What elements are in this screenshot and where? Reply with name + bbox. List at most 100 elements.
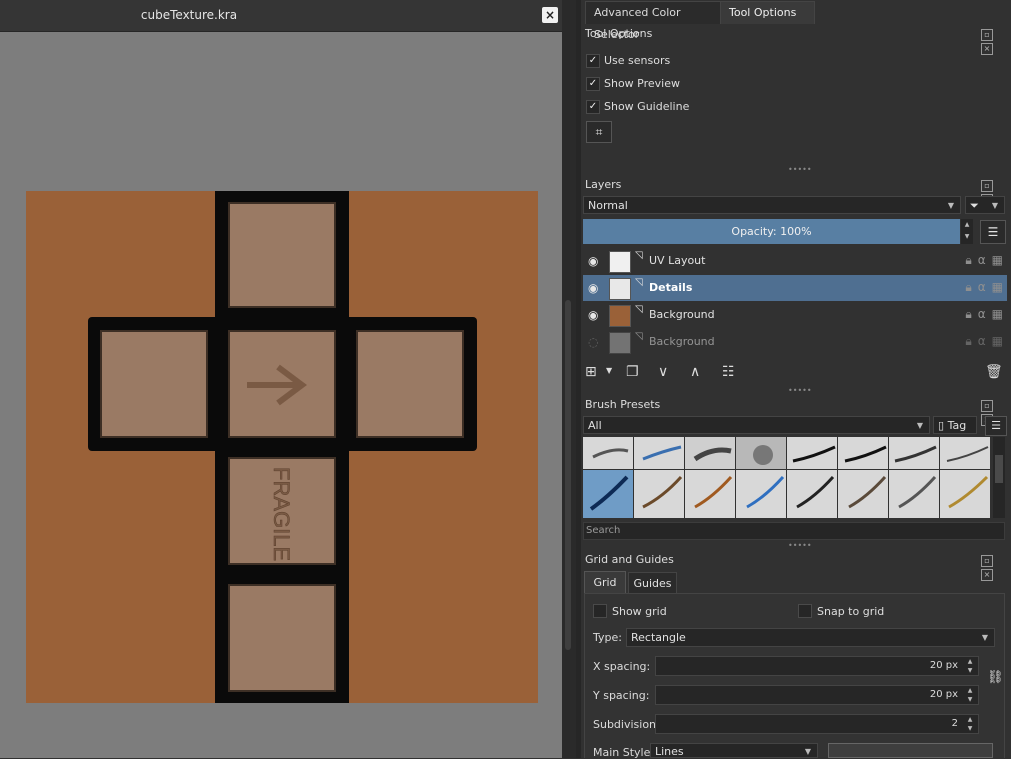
snap-to-grid-label: Snap to grid bbox=[817, 605, 885, 618]
lock-icon[interactable]: 🔒︎ bbox=[965, 253, 971, 267]
close-document-button[interactable]: × bbox=[542, 7, 558, 23]
scrollbar-thumb[interactable] bbox=[565, 300, 571, 650]
delete-layer-icon[interactable]: 🗑︎ bbox=[985, 364, 1003, 380]
cube-texture-artwork[interactable]: FRAGILE bbox=[26, 191, 538, 703]
opacity-spin-arrows[interactable]: ▲ ▼ bbox=[961, 219, 973, 244]
x-spacing-input[interactable]: 20 px ▲ ▼ bbox=[655, 656, 979, 676]
brush-list-scrollbar[interactable] bbox=[993, 437, 1005, 518]
type-label: Type: bbox=[593, 631, 622, 644]
resize-grip[interactable]: ••••• bbox=[788, 386, 812, 395]
alpha-lock-icon[interactable]: α bbox=[978, 334, 986, 348]
show-grid-checkbox[interactable] bbox=[593, 604, 607, 618]
tab-guides[interactable]: Guides bbox=[628, 572, 677, 594]
subdivision-label: Subdivision: bbox=[593, 718, 660, 731]
tab-tool-options[interactable]: Tool Options bbox=[720, 1, 815, 24]
y-spacing-label: Y spacing: bbox=[593, 689, 650, 702]
tag-button[interactable]: ▯ Tag bbox=[933, 416, 977, 434]
spin-arrows[interactable]: ▲ ▼ bbox=[964, 715, 976, 733]
tool-options-title: Tool Options bbox=[585, 27, 653, 40]
show-grid-label: Show grid bbox=[612, 605, 667, 618]
document-title: cubeTexture.kra bbox=[140, 8, 238, 22]
float-icon[interactable]: ▫ bbox=[981, 180, 993, 192]
alpha-lock-icon[interactable]: α bbox=[978, 307, 986, 321]
y-spacing-input[interactable]: 20 px ▲ ▼ bbox=[655, 685, 979, 705]
spin-arrows[interactable]: ▲ ▼ bbox=[964, 657, 976, 675]
layer-thumbnail bbox=[609, 305, 631, 327]
layer-name: UV Layout bbox=[649, 254, 706, 267]
grid-type-select[interactable]: Rectangle ▼ bbox=[626, 628, 995, 647]
layer-item-uv-layout[interactable]: ◉ ◹ UV Layout 🔒︎ α ▦ bbox=[583, 248, 1007, 274]
layers-title: Layers bbox=[585, 178, 622, 191]
use-sensors-checkbox[interactable]: ✓ bbox=[586, 54, 600, 68]
float-icon[interactable]: ▫ bbox=[981, 400, 993, 412]
close-icon[interactable]: × bbox=[981, 569, 993, 581]
tab-advanced-color-selector[interactable]: Advanced Color Selector bbox=[585, 1, 721, 41]
chevron-down-icon[interactable]: ▼ bbox=[606, 366, 612, 375]
brush-search-input[interactable]: Search bbox=[583, 522, 1005, 540]
eye-icon[interactable]: ◉ bbox=[588, 308, 598, 322]
chevron-down-icon: ▼ bbox=[916, 421, 923, 430]
brush-view-options-icon[interactable]: ☰ bbox=[985, 416, 1007, 436]
grid-guides-dock-controls[interactable]: ▫× bbox=[981, 553, 1005, 581]
scrollbar-thumb[interactable] bbox=[995, 455, 1003, 483]
brush-presets-dock-controls[interactable]: ▫× bbox=[981, 398, 1005, 426]
inherit-alpha-icon[interactable]: ▦ bbox=[992, 307, 1003, 321]
inherit-alpha-icon[interactable]: ▦ bbox=[992, 280, 1003, 294]
eye-icon[interactable]: ◉ bbox=[588, 254, 598, 268]
show-preview-label: Show Preview bbox=[604, 77, 680, 90]
inherit-alpha-icon[interactable]: ▦ bbox=[992, 334, 1003, 348]
alpha-lock-icon[interactable]: α bbox=[978, 253, 986, 267]
layer-item-background[interactable]: ◉ ◹ Background 🔒︎ α ▦ bbox=[583, 302, 1007, 328]
float-icon[interactable]: ▫ bbox=[981, 29, 993, 41]
float-icon[interactable]: ▫ bbox=[981, 555, 993, 567]
snap-to-grid-checkbox[interactable] bbox=[798, 604, 812, 618]
resize-grip[interactable]: ••••• bbox=[788, 165, 812, 174]
layer-settings-icon[interactable]: ☷ bbox=[722, 364, 735, 380]
layer-properties-icon[interactable]: ☰ bbox=[980, 220, 1006, 244]
layer-item-background-hidden[interactable]: ◌ ◹ Background 🔒︎ α ▦ bbox=[583, 329, 1007, 355]
eye-icon[interactable]: ◉ bbox=[588, 281, 598, 295]
close-icon[interactable]: × bbox=[981, 43, 993, 55]
brush-filter-select[interactable]: All ▼ bbox=[583, 416, 930, 434]
layer-thumbnail bbox=[609, 251, 631, 273]
show-preview-checkbox[interactable]: ✓ bbox=[586, 77, 600, 91]
x-spacing-label: X spacing: bbox=[593, 660, 651, 673]
move-layer-down-icon[interactable]: ∨ bbox=[658, 364, 668, 380]
lock-icon[interactable]: 🔒︎ bbox=[965, 334, 971, 348]
eye-closed-icon[interactable]: ◌ bbox=[588, 335, 598, 349]
inherit-alpha-icon[interactable]: ▦ bbox=[992, 253, 1003, 267]
tag-icon: ▯ bbox=[938, 419, 948, 432]
layer-name: Background bbox=[649, 335, 715, 348]
duplicate-layer-icon[interactable]: ❐ bbox=[626, 364, 639, 380]
tool-options-dock-controls[interactable]: ▫× bbox=[981, 27, 1005, 55]
subdivision-input[interactable]: 2 ▲ ▼ bbox=[655, 714, 979, 734]
opacity-slider[interactable]: Opacity: 100% bbox=[583, 219, 960, 244]
layer-thumbnail bbox=[609, 332, 631, 354]
add-layer-icon[interactable]: ⊞ bbox=[585, 364, 597, 380]
layer-flags[interactable]: 🔒︎ α ▦ bbox=[959, 307, 1003, 322]
link-spacing-icon[interactable]: ⛓ bbox=[987, 670, 1004, 685]
layer-filter-button[interactable]: ⏷ ▼ bbox=[965, 196, 1005, 214]
layer-item-details[interactable]: ◉ ◹ Details 🔒︎ α ▦ bbox=[583, 275, 1007, 301]
show-guideline-checkbox[interactable]: ✓ bbox=[586, 100, 600, 114]
lock-icon[interactable]: 🔒︎ bbox=[965, 280, 971, 294]
chevron-down-icon: ▼ bbox=[981, 633, 988, 642]
resize-grip[interactable]: ••••• bbox=[788, 541, 812, 550]
grid-color-button[interactable] bbox=[828, 743, 993, 758]
layer-flags[interactable]: 🔒︎ α ▦ bbox=[959, 280, 1003, 295]
transform-icon[interactable]: ⌗ bbox=[586, 121, 612, 143]
alpha-lock-icon[interactable]: α bbox=[978, 280, 986, 294]
spin-arrows[interactable]: ▲ ▼ bbox=[964, 686, 976, 704]
x-spacing-value: 20 px bbox=[929, 660, 958, 671]
blend-mode-value: Normal bbox=[588, 199, 628, 212]
blend-mode-select[interactable]: Normal ▼ bbox=[583, 196, 961, 214]
lock-icon[interactable]: 🔒︎ bbox=[965, 307, 971, 321]
vector-layer-icon: ◹ bbox=[635, 250, 643, 261]
main-style-select[interactable]: Lines ▼ bbox=[650, 743, 818, 758]
layer-flags[interactable]: 🔒︎ α ▦ bbox=[959, 334, 1003, 349]
layer-flags[interactable]: 🔒︎ α ▦ bbox=[959, 253, 1003, 268]
move-layer-up-icon[interactable]: ∧ bbox=[690, 364, 700, 380]
main-style-value: Lines bbox=[655, 745, 684, 758]
tab-grid[interactable]: Grid bbox=[584, 571, 626, 594]
layers-dock-controls[interactable]: ▫× bbox=[981, 178, 1005, 206]
